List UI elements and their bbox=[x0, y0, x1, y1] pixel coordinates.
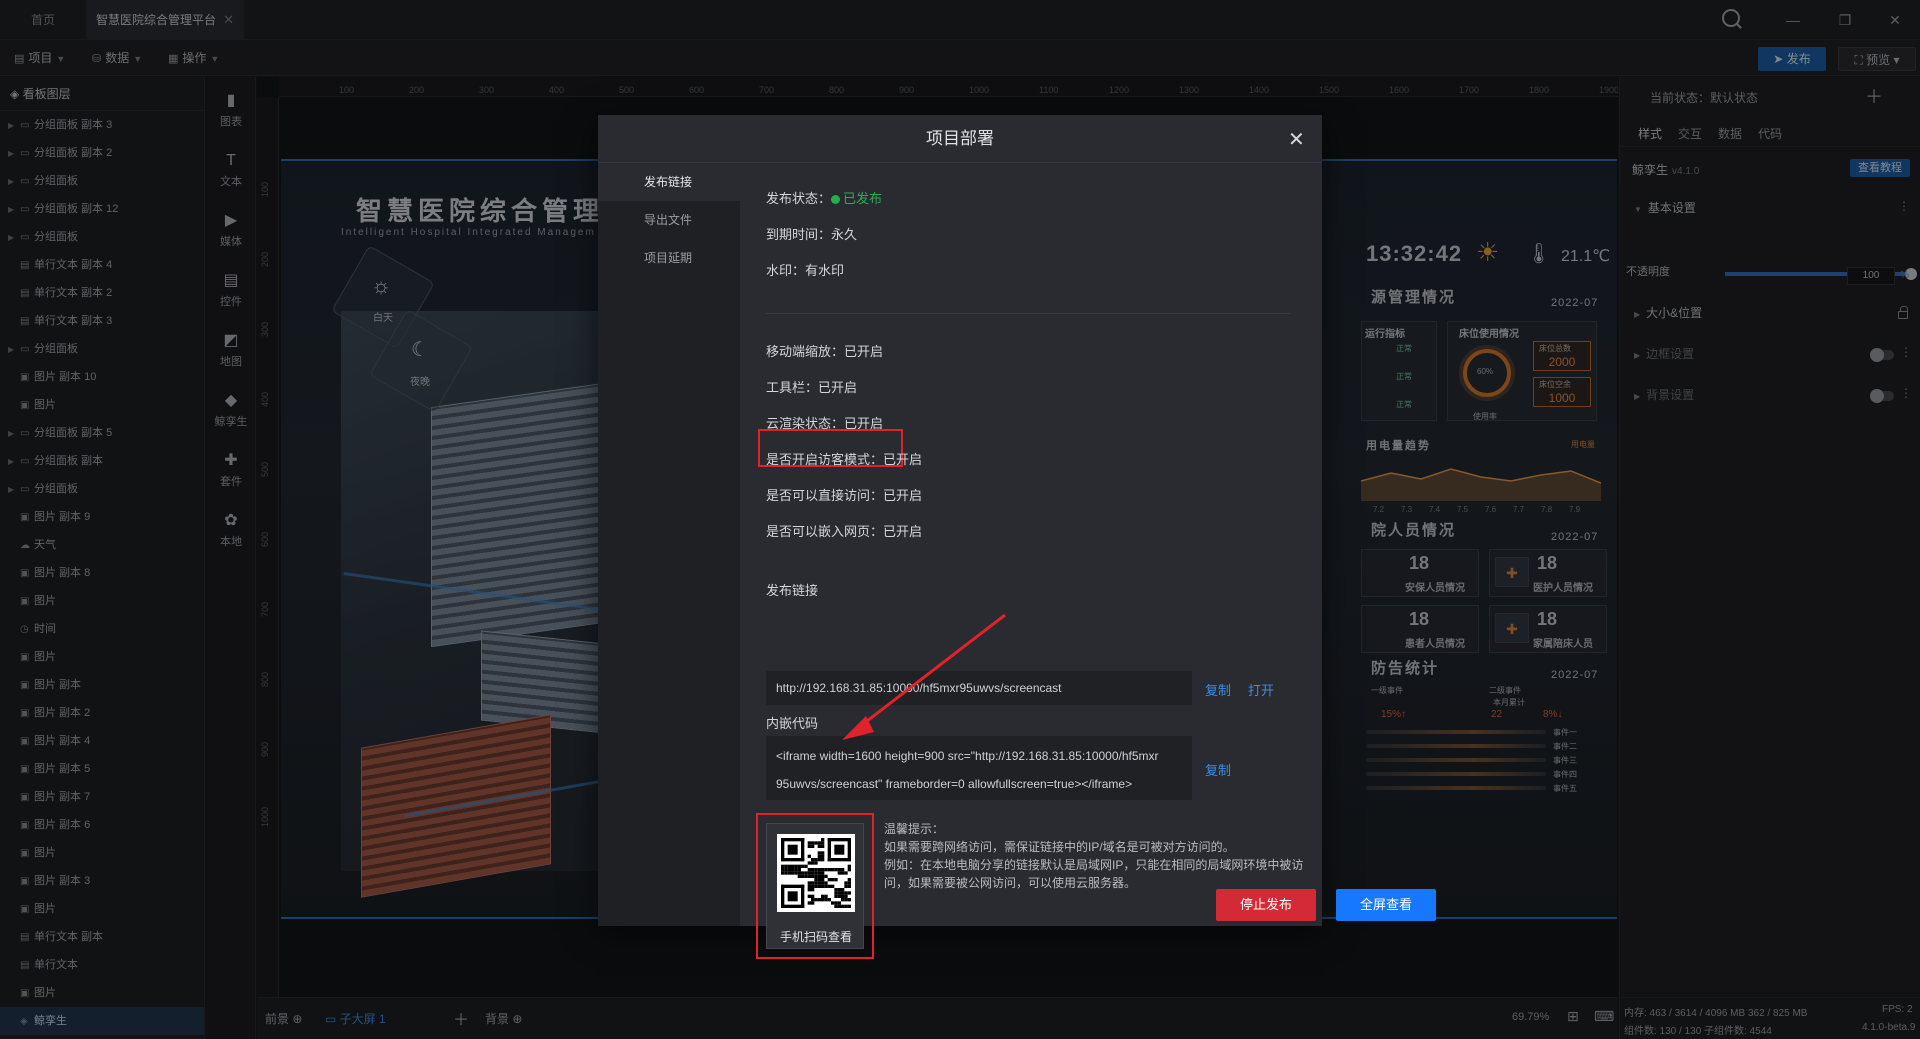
toolbar-status: 工具栏：已开启 bbox=[766, 380, 858, 395]
tip-title: 温馨提示： bbox=[884, 822, 945, 836]
qr-card: 手机扫码查看 bbox=[766, 823, 864, 949]
qr-caption: 手机扫码查看 bbox=[779, 930, 852, 944]
close-icon[interactable]: ✕ bbox=[1288, 127, 1305, 152]
publish-link-label: 发布链接 bbox=[766, 583, 819, 598]
tip-line: 如果需要跨网络访问，需保证链接中的IP/域名是可被对方访问的。 bbox=[884, 840, 1235, 854]
direct-access: 是否可以直接访问：已开启 bbox=[766, 488, 923, 503]
copy-link-button[interactable]: 复制 bbox=[1205, 680, 1231, 699]
publish-status-value: 已发布 bbox=[843, 191, 883, 206]
embed-access: 是否可以嵌入网页：已开启 bbox=[766, 524, 923, 539]
nav-publish-link[interactable]: 发布链接 bbox=[598, 163, 740, 201]
nav-export-file[interactable]: 导出文件 bbox=[598, 201, 740, 239]
status-dot-icon bbox=[831, 195, 841, 204]
nav-project-extend[interactable]: 项目延期 bbox=[598, 239, 740, 277]
tip-text: 温馨提示： 如果需要跨网络访问，需保证链接中的IP/域名是可被对方访问的。 例如… bbox=[884, 820, 1304, 892]
qr-code[interactable] bbox=[777, 834, 855, 912]
visitor-mode: 是否开启访客模式：已开启 bbox=[766, 452, 923, 467]
divider bbox=[766, 313, 1290, 314]
open-link-button[interactable]: 打开 bbox=[1248, 680, 1274, 699]
publish-status: 发布状态： 已发布 bbox=[766, 191, 883, 206]
publish-link-field[interactable]: http://192.168.31.85:10000/hf5mxr95uwvs/… bbox=[766, 671, 1192, 705]
stop-publish-button[interactable]: 停止发布 bbox=[1216, 889, 1316, 921]
copy-code-button[interactable]: 复制 bbox=[1205, 760, 1231, 779]
expire-time: 到期时间：永久 bbox=[766, 227, 858, 242]
qr-highlight: 手机扫码查看 bbox=[756, 813, 874, 959]
modal-body: 发布状态： 已发布 到期时间：永久 水印：有水印 移动端缩放：已开启 工具栏：已开… bbox=[740, 163, 1436, 959]
modal-nav: 发布链接 导出文件 项目延期 bbox=[598, 163, 740, 926]
embed-code-field[interactable]: <iframe width=1600 height=900 src="http:… bbox=[766, 736, 1192, 800]
embed-code-line: <iframe width=1600 height=900 src="http:… bbox=[776, 749, 1159, 763]
embed-code-line: 95uwvs/screencast" frameborder=0 allowfu… bbox=[776, 777, 1133, 791]
embed-code-label: 内嵌代码 bbox=[766, 716, 819, 731]
mobile-zoom: 移动端缩放：已开启 bbox=[766, 344, 884, 359]
tip-line: 例如：在本地电脑分享的链接默认是局域网IP，只能在相同的局域网环境中被访问，如果… bbox=[884, 858, 1304, 890]
fullscreen-view-button[interactable]: 全屏查看 bbox=[1336, 889, 1436, 921]
watermark: 水印：有水印 bbox=[766, 263, 845, 278]
modal-header: 项目部署 ✕ bbox=[598, 115, 1322, 163]
deploy-modal: 项目部署 ✕ 发布链接 导出文件 项目延期 发布状态： 已发布 到期时间：永久 水… bbox=[598, 115, 1436, 959]
modal-title: 项目部署 bbox=[926, 129, 994, 148]
qr-code-icon bbox=[781, 838, 851, 908]
